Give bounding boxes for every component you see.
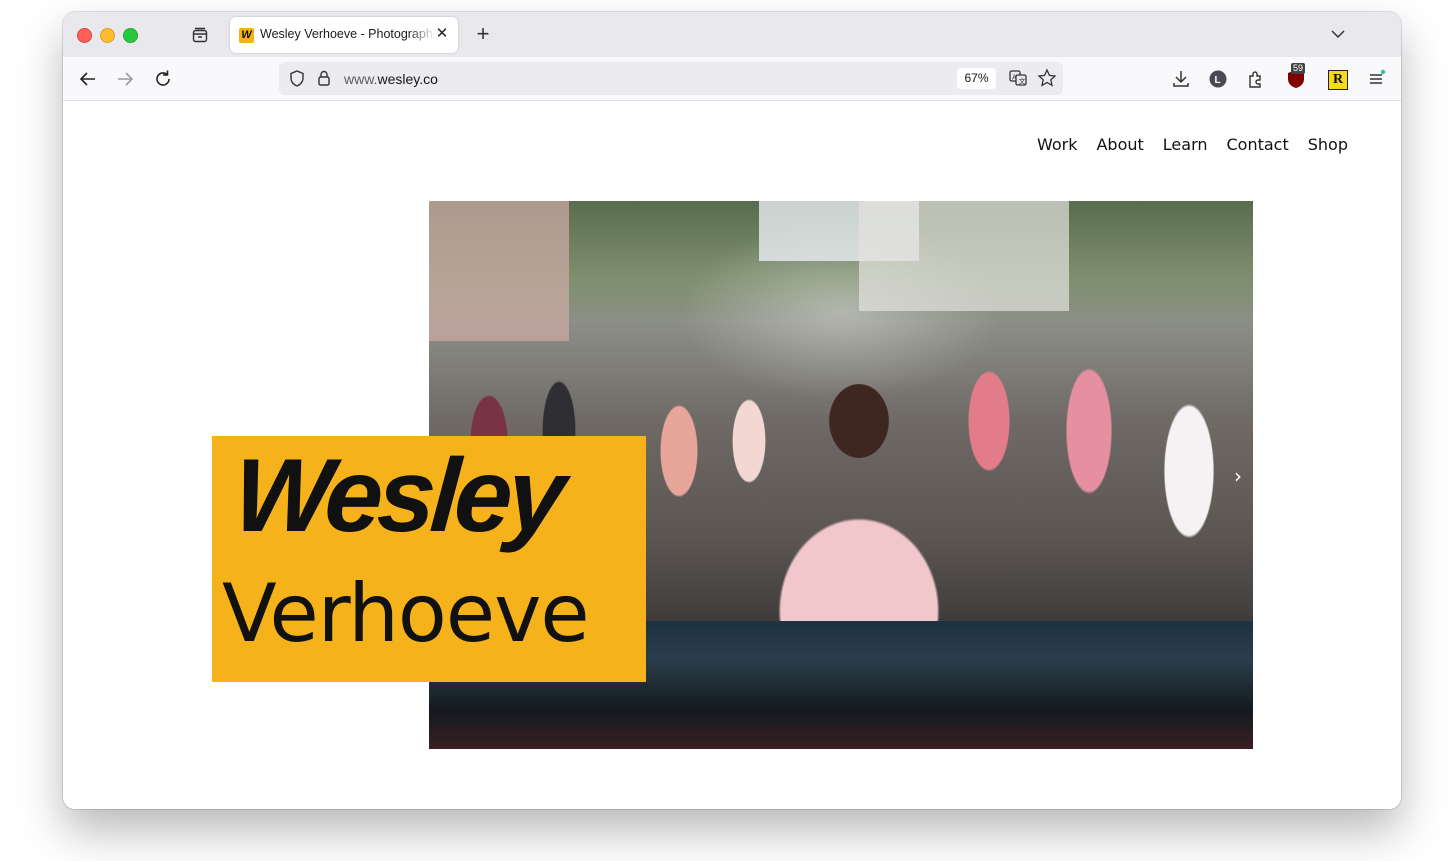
browser-window: W Wesley Verhoeve - Photographer ✕ + www… [63, 12, 1401, 809]
reload-icon[interactable] [152, 68, 174, 90]
download-icon[interactable] [1170, 68, 1192, 90]
site-favicon: W [239, 28, 254, 43]
extensions-icon[interactable] [1245, 68, 1267, 90]
chevron-down-icon[interactable] [1329, 25, 1347, 43]
nav-link-about[interactable]: About [1096, 135, 1143, 154]
chevron-right-icon[interactable]: › [1231, 466, 1245, 486]
name-first: Wesley [229, 438, 565, 554]
shield-icon[interactable] [288, 69, 306, 88]
translate-icon[interactable]: A 文 [1008, 68, 1028, 88]
lock-icon[interactable] [316, 69, 332, 88]
svg-text:L: L [1215, 75, 1221, 86]
plus-icon[interactable]: + [473, 23, 493, 45]
close-icon[interactable]: ✕ [434, 26, 450, 42]
url-domain: wesley.co [377, 71, 438, 87]
ublock-badge: 59 [1291, 63, 1306, 74]
name-logo-block[interactable]: Wesley Verhoeve [212, 436, 646, 682]
url-text[interactable]: www.wesley.co [344, 71, 438, 87]
window-maximize-button[interactable] [123, 28, 138, 43]
back-arrow-icon[interactable] [77, 68, 99, 90]
svg-text:文: 文 [1019, 77, 1026, 86]
site-navigation: Work About Learn Contact Shop [1037, 135, 1348, 154]
menu-icon[interactable] [1365, 68, 1387, 90]
page-content: Work About Learn Contact Shop › Wesley V… [63, 101, 1401, 809]
nav-link-contact[interactable]: Contact [1227, 135, 1289, 154]
tab-title: Wesley Verhoeve - Photographer [260, 27, 435, 41]
star-icon[interactable] [1037, 68, 1057, 88]
svg-text:A: A [1012, 74, 1017, 82]
url-prefix: www. [344, 71, 378, 87]
address-bar[interactable]: www.wesley.co 67% A 文 [279, 62, 1063, 95]
name-last: Verhoeve [222, 567, 590, 660]
forward-arrow-icon[interactable] [114, 68, 136, 90]
window-minimize-button[interactable] [100, 28, 115, 43]
photo-child [729, 361, 989, 651]
browser-tab-active[interactable]: W Wesley Verhoeve - Photographer ✕ [230, 17, 458, 53]
nav-link-learn[interactable]: Learn [1163, 135, 1208, 154]
ublock-icon[interactable]: 59 [1284, 63, 1308, 91]
navigation-toolbar: www.wesley.co 67% A 文 L 59 R [63, 57, 1401, 101]
tab-bar: W Wesley Verhoeve - Photographer ✕ + [63, 12, 1401, 57]
window-close-button[interactable] [77, 28, 92, 43]
zoom-level-badge[interactable]: 67% [957, 68, 996, 89]
tabs-icon[interactable] [191, 26, 209, 44]
account-icon[interactable]: L [1207, 68, 1229, 90]
r-extension-icon[interactable]: R [1328, 70, 1348, 90]
nav-link-work[interactable]: Work [1037, 135, 1078, 154]
nav-link-shop[interactable]: Shop [1308, 135, 1348, 154]
